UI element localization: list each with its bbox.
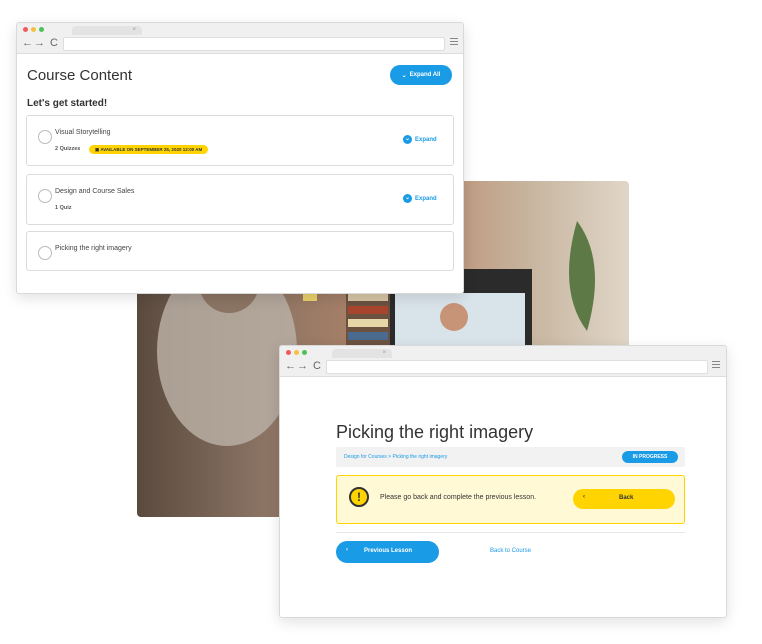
alert-box: ! Please go back and complete the previo… [336,475,685,524]
divider [336,532,685,533]
lesson-title[interactable]: Design and Course Sales [55,188,134,195]
lesson-title[interactable]: Visual Storytelling [55,129,111,136]
status-badge: IN PROGRESS [622,451,678,463]
tab-close-icon[interactable]: × [382,350,386,356]
tab-close-icon[interactable]: × [132,27,136,33]
window-controls [23,27,44,32]
address-bar[interactable] [63,37,445,51]
lesson-title[interactable]: Picking the right imagery [55,245,132,252]
window-controls [286,350,307,355]
close-dot-icon[interactable] [23,27,28,32]
breadcrumb[interactable]: Design for Courses > Picking the right i… [344,454,447,460]
warning-icon: ! [349,487,369,507]
lesson-row[interactable]: Visual Storytelling 2 Quizzes ▣ AVAILABL… [26,115,454,166]
status-circle-icon [38,189,52,203]
browser-chrome: × ←→ C [280,346,726,377]
previous-lesson-button[interactable]: ‹ Previous Lesson [336,541,439,563]
lesson-window: × ←→ C Picking the right imagery Design … [279,345,727,618]
browser-tab[interactable]: × [332,349,392,358]
status-circle-icon [38,246,52,260]
lesson-row[interactable]: Picking the right imagery [26,231,454,271]
breadcrumb-bar: Design for Courses > Picking the right i… [336,447,685,467]
expand-label: Expand [415,195,437,202]
hamburger-menu-icon[interactable] [712,361,720,369]
back-to-course-link[interactable]: Back to Course [490,548,531,554]
chevron-down-icon: ⌄ [403,194,412,203]
availability-label: AVAILABLE ON SEPTEMBER 25, 2020 12:00 AM [100,147,203,152]
page-title: Course Content [27,67,133,84]
maximize-dot-icon[interactable] [302,350,307,355]
browser-tab[interactable]: × [72,26,142,35]
expand-all-label: Expand All [409,72,441,78]
alert-message: Please go back and complete the previous… [380,494,537,501]
nav-arrows-icon[interactable]: ←→ C [22,37,59,49]
back-button[interactable]: ‹ Back [573,489,675,509]
chevron-left-icon: ‹ [583,494,585,500]
previous-lesson-label: Previous Lesson [364,548,413,554]
lesson-meta: 2 Quizzes [55,146,81,152]
chevron-down-icon: ⌄ [403,135,412,144]
expand-all-button[interactable]: ⌄ Expand All [390,65,452,85]
lesson-title: Picking the right imagery [336,422,534,442]
hamburger-menu-icon[interactable] [450,38,458,46]
maximize-dot-icon[interactable] [39,27,44,32]
lesson-row[interactable]: Design and Course Sales 1 Quiz ⌄ Expand [26,174,454,225]
minimize-dot-icon[interactable] [294,350,299,355]
minimize-dot-icon[interactable] [31,27,36,32]
browser-chrome: × ←→ C [17,23,463,54]
chevron-down-icon: ⌄ [401,72,407,79]
course-content-window: × ←→ C Course Content ⌄ Expand All Let's… [16,22,464,294]
nav-arrows-icon[interactable]: ←→ C [285,360,322,372]
expand-button[interactable]: ⌄ Expand [403,135,437,144]
expand-button[interactable]: ⌄ Expand [403,194,437,203]
back-label: Back [619,495,634,501]
chevron-left-icon: ‹ [346,547,348,553]
status-circle-icon [38,130,52,144]
close-dot-icon[interactable] [286,350,291,355]
lesson-meta: 1 Quiz [55,205,72,211]
expand-label: Expand [415,136,437,143]
section-heading: Let's get started! [27,98,108,109]
availability-badge: ▣ AVAILABLE ON SEPTEMBER 25, 2020 12:00 … [89,145,209,154]
address-bar[interactable] [326,360,708,374]
